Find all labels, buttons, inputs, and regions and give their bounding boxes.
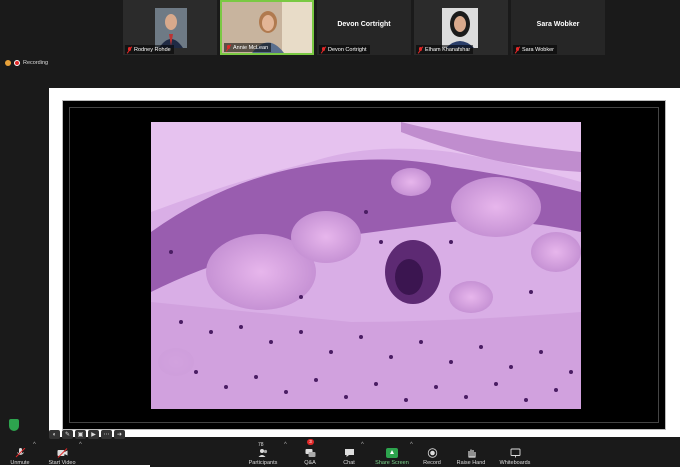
- nameplate: Sara Wobker: [513, 45, 557, 54]
- chevron-up-icon[interactable]: ^: [284, 442, 287, 448]
- chevron-up-icon[interactable]: ^: [33, 442, 36, 448]
- mic-muted-icon: [226, 44, 231, 51]
- participants-label: Participants: [248, 460, 278, 466]
- shared-screen: [49, 88, 680, 437]
- histology-image: [151, 122, 581, 409]
- qa-badge: 3: [307, 439, 314, 445]
- participant-tile-elham[interactable]: Elham Khanafshar: [414, 0, 508, 55]
- participant-name: Elham Khanafshar: [425, 46, 471, 53]
- participant-name-large: Devon Cortright: [337, 21, 391, 28]
- screenshot-icon[interactable]: ▣: [75, 430, 86, 439]
- nameplate: Devon Cortright: [319, 45, 370, 54]
- share-screen-button[interactable]: Share Screen: [374, 441, 410, 466]
- security-shield-icon[interactable]: [9, 419, 19, 431]
- nameplate: Annie McLean: [224, 43, 272, 52]
- histology-micrograph: [151, 122, 581, 409]
- presentation-slide: [62, 100, 666, 430]
- participant-name: Annie McLean: [233, 44, 269, 51]
- mic-muted-icon: [15, 448, 25, 458]
- nameplate: Elham Khanafshar: [416, 45, 474, 54]
- chat-icon: [344, 449, 354, 457]
- share-screen-label: Share Screen: [375, 460, 409, 466]
- forward-icon[interactable]: ➜: [114, 430, 125, 439]
- participants-count: 78: [258, 442, 264, 448]
- qa-label: Q&A: [304, 460, 316, 466]
- start-video-button[interactable]: Start Video: [47, 441, 77, 466]
- whiteboard-icon: [510, 448, 520, 458]
- video-gallery: Rodney Rohde Annie McLean Devon Cortrigh…: [0, 0, 680, 56]
- participant-name: Sara Wobker: [522, 46, 554, 53]
- record-label: Record: [423, 460, 441, 466]
- annotation-toolbar: ◐ ✎ ▣ ▶ ⋯ ➜: [49, 430, 125, 439]
- record-icon: [427, 448, 437, 458]
- whiteboards-label: Whiteboards: [499, 460, 531, 466]
- arrow-icon[interactable]: ◐: [49, 430, 60, 439]
- whiteboards-button[interactable]: Whiteboards: [497, 441, 533, 466]
- chat-button[interactable]: Chat: [340, 441, 358, 466]
- unmute-button[interactable]: Unmute: [9, 441, 31, 466]
- chat-label: Chat: [343, 460, 355, 466]
- mic-muted-icon: [515, 46, 520, 53]
- share-screen-icon: [386, 448, 398, 458]
- raise-hand-button[interactable]: Raise Hand: [456, 441, 486, 466]
- participant-name-large: Sara Wobker: [536, 21, 580, 28]
- participants-button[interactable]: 78 Participants: [246, 441, 280, 466]
- chevron-up-icon[interactable]: ^: [410, 442, 413, 448]
- hand-icon: [467, 449, 476, 458]
- record-button[interactable]: Record: [422, 441, 442, 466]
- participant-tile-rodney[interactable]: Rodney Rohde: [123, 0, 217, 55]
- video-icon[interactable]: ▶: [88, 430, 99, 439]
- mic-muted-icon: [127, 46, 132, 53]
- more-icon[interactable]: ⋯: [101, 430, 112, 439]
- qa-icon: [305, 449, 315, 457]
- chevron-up-icon[interactable]: ^: [361, 442, 364, 448]
- participant-tile-devon[interactable]: Devon Cortright Devon Cortright: [317, 0, 411, 55]
- recording-indicator[interactable]: Recording: [5, 60, 48, 66]
- recording-label: Recording: [23, 60, 49, 66]
- meeting-toolbar: Unmute ^ Start Video ^ 78 Participants ^…: [0, 439, 680, 467]
- qa-button[interactable]: 3 Q&A: [300, 439, 320, 466]
- chevron-up-icon[interactable]: ^: [79, 442, 82, 448]
- participant-name: Devon Cortright: [328, 46, 367, 53]
- participant-tile-sara[interactable]: Sara Wobker Sara Wobker: [511, 0, 605, 55]
- mic-muted-icon: [321, 46, 326, 53]
- video-off-icon: [57, 448, 67, 458]
- raise-hand-label: Raise Hand: [456, 460, 486, 466]
- nameplate: Rodney Rohde: [125, 45, 174, 54]
- record-dot-icon: [14, 60, 20, 66]
- participants-icon: [258, 449, 267, 457]
- participant-tile-annie[interactable]: Annie McLean: [220, 0, 314, 55]
- mic-muted-icon: [418, 46, 423, 53]
- pen-icon[interactable]: ✎: [62, 430, 73, 439]
- participant-name: Rodney Rohde: [134, 46, 171, 53]
- shield-icon: [5, 60, 11, 66]
